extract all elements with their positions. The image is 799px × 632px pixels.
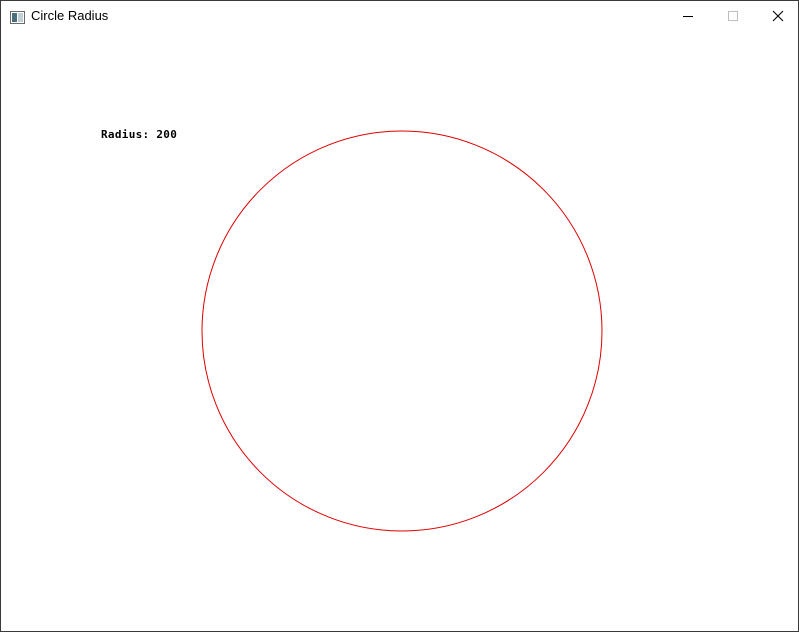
app-window: Circle Radius Radius: 200	[0, 0, 799, 632]
radius-label: Radius: 200	[101, 128, 178, 141]
maximize-button[interactable]	[710, 1, 756, 31]
minimize-button[interactable]	[665, 1, 711, 31]
maximize-icon	[727, 7, 739, 26]
canvas-svg	[201, 130, 603, 532]
minimize-icon	[682, 7, 694, 26]
app-icon[interactable]	[10, 9, 25, 24]
title-bar[interactable]: Circle Radius	[1, 1, 798, 31]
radius-circle	[201, 130, 603, 532]
close-button[interactable]	[755, 1, 799, 31]
window-title: Circle Radius	[31, 8, 109, 23]
drawing-canvas[interactable]: Radius: 200	[1, 31, 798, 631]
close-icon	[772, 7, 784, 26]
